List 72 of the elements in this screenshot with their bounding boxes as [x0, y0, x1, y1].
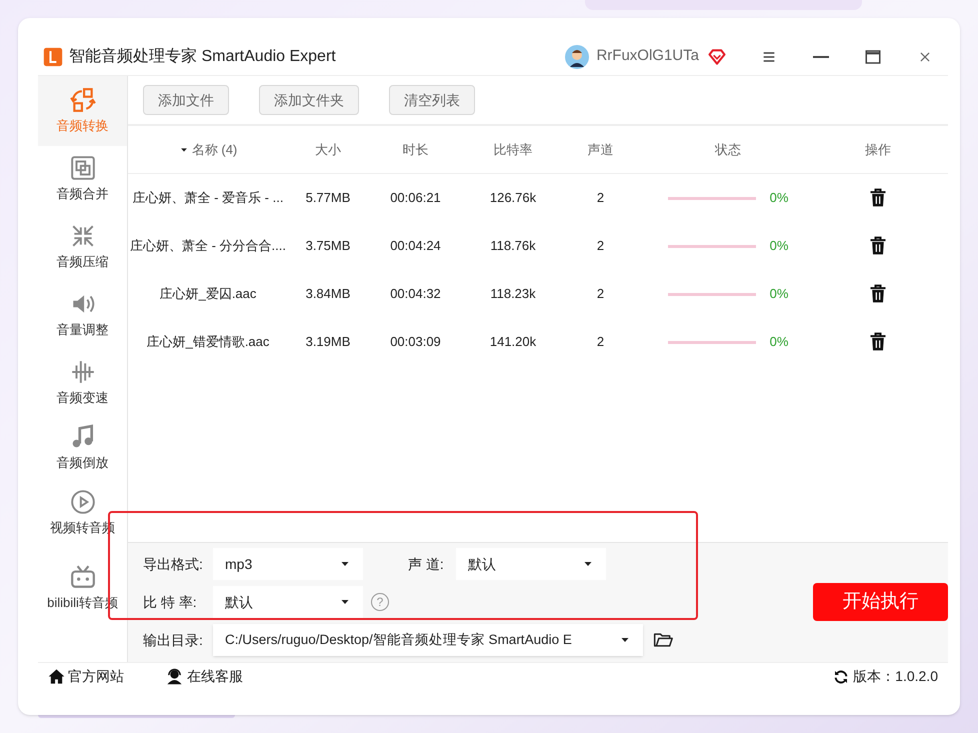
column-header: 声道	[588, 140, 614, 159]
table-cell-text: 2	[596, 237, 604, 256]
field-label: 输出目录:	[143, 630, 204, 650]
table-cell-text: 00:04:32	[390, 285, 441, 304]
toolbar-button[interactable]: 添加文件	[143, 85, 229, 115]
table-cell-text: 00:04:24	[390, 237, 441, 256]
column-header[interactable]: 名称 (4)	[192, 140, 238, 160]
output-path-dropdown[interactable]: C:/Users/ruguo/Desktop/智能音频处理专家 SmartAudio E	[213, 624, 643, 656]
file-name: 庄心妍、萧全 - 爱音乐 - ...	[132, 189, 284, 208]
play-circle-icon	[70, 488, 96, 515]
trash-icon	[868, 332, 888, 352]
delete-button[interactable]	[868, 188, 888, 208]
channel-dropdown[interactable]: 默认	[456, 548, 606, 580]
bitrate-dropdown[interactable]: 默认	[213, 586, 363, 618]
table-cell-text: 141.20k	[490, 333, 536, 352]
support-link[interactable]: 在线客服	[166, 666, 243, 687]
table-cell-text: 2	[596, 333, 604, 352]
file-name: 庄心妍_错爱情歌.aac	[146, 333, 270, 352]
table-cell-text: 3.75MB	[306, 237, 350, 256]
version-label: 版本：1.0.2.0	[853, 667, 938, 686]
table-cell-text: 2	[596, 285, 604, 304]
app-logo-icon	[43, 46, 63, 66]
file-name: 庄心妍_爱囚.aac	[160, 285, 256, 304]
progress-percent: 0%	[770, 285, 788, 304]
delete-button[interactable]	[868, 284, 888, 304]
column-header: 时长	[402, 140, 428, 159]
convert-arrows-icon	[70, 86, 96, 113]
field-label: 声 道:	[408, 554, 445, 574]
toolbar-button[interactable]: 添加文件夹	[259, 85, 359, 115]
column-header: 大小	[315, 140, 341, 159]
table-cell-text: 3.84MB	[306, 285, 350, 304]
field-label: 比 特 率:	[143, 592, 198, 612]
username: RrFuxOlG1UTa	[596, 46, 699, 66]
music-note-icon	[70, 424, 96, 450]
avatar-icon	[565, 44, 590, 68]
refresh-icon	[833, 668, 850, 684]
table-cell-text: 5.77MB	[306, 189, 350, 208]
toolbar-button[interactable]: 清空列表	[389, 85, 475, 115]
overlapping-squares-icon	[70, 154, 96, 181]
progress-percent: 0%	[770, 333, 788, 352]
home-icon	[48, 668, 65, 685]
maximize-icon	[864, 48, 882, 66]
window-title: 智能音频处理专家 SmartAudio Expert	[69, 46, 336, 66]
minimize-icon	[813, 56, 829, 58]
format-dropdown[interactable]: mp3	[213, 548, 363, 580]
table-cell-text: 118.23k	[490, 285, 536, 304]
compress-arrows-icon	[70, 222, 96, 249]
trash-icon	[868, 284, 888, 304]
delete-button[interactable]	[868, 236, 888, 256]
column-header: 比特率	[494, 140, 532, 159]
website-link[interactable]: 官方网站	[48, 666, 124, 687]
file-name: 庄心妍、萧全 - 分分合合....	[130, 237, 286, 256]
progress-percent: 0%	[770, 189, 788, 208]
start-button[interactable]: 开始执行	[813, 583, 948, 621]
delete-button[interactable]	[868, 332, 888, 352]
waveform-lines-icon	[70, 358, 96, 385]
table-cell-text: 00:06:21	[390, 189, 441, 208]
headset-person-icon	[166, 668, 183, 685]
table-cell-text: 3.19MB	[306, 333, 350, 352]
table-cell-text: 126.76k	[490, 189, 536, 208]
tv-icon	[70, 564, 96, 590]
table-cell-text: 00:03:09	[390, 333, 441, 352]
close-icon	[918, 50, 932, 64]
table-cell-text: 118.76k	[490, 237, 536, 256]
table-cell-text: 2	[596, 189, 604, 208]
vip-diamond-icon	[707, 46, 727, 66]
trash-icon	[868, 188, 888, 208]
trash-icon	[868, 236, 888, 256]
progress-percent: 0%	[770, 237, 788, 256]
field-label: 导出格式:	[143, 554, 204, 574]
column-header: 状态	[715, 140, 741, 159]
column-header: 操作	[865, 140, 891, 159]
